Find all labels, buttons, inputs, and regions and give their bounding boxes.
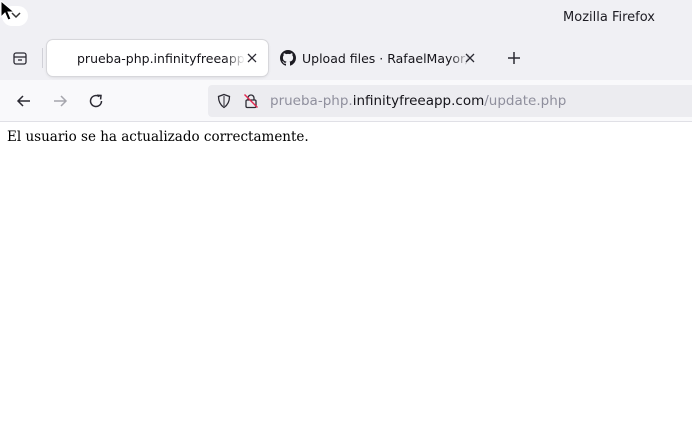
window-title: Mozilla Firefox — [563, 10, 655, 25]
plus-icon — [508, 52, 520, 64]
new-tab-button[interactable] — [502, 46, 526, 70]
tab-github-upload[interactable]: Upload files · RafaelMayor/D — [272, 40, 486, 76]
back-button[interactable] — [12, 89, 36, 113]
title-bar: Mozilla Firefox — [0, 0, 692, 36]
close-icon — [465, 53, 475, 63]
update-success-message: El usuario se ha actualizado correctamen… — [7, 129, 309, 145]
url-domain: infinityfreeapp.com — [352, 93, 485, 109]
close-tab-button[interactable] — [462, 50, 478, 66]
close-icon — [247, 53, 257, 63]
close-tab-button[interactable] — [244, 50, 260, 66]
address-bar[interactable]: prueba-php.infinityfreeapp.com/update.ph… — [208, 85, 692, 117]
page-content: El usuario se ha actualizado correctamen… — [0, 122, 692, 424]
forward-button[interactable] — [48, 89, 72, 113]
browser-window: Mozilla Firefox prueba-php.infinityfreea… — [0, 0, 692, 424]
tab-strip: prueba-php.infinityfreeapp.com/update.ph… — [0, 36, 692, 80]
reload-icon — [89, 94, 103, 108]
tracking-protection-shield-icon[interactable] — [216, 93, 232, 109]
list-all-tabs-button[interactable] — [6, 46, 34, 70]
url-subdomain: prueba-php. — [270, 93, 353, 109]
tab-label: prueba-php.infinityfreeapp.com/update.ph… — [77, 51, 245, 66]
url-text[interactable]: prueba-php.infinityfreeapp.com/update.ph… — [270, 93, 566, 109]
blank-page-icon — [55, 50, 71, 66]
tab-label: Upload files · RafaelMayor/D — [302, 51, 470, 66]
url-path: /update.php — [484, 93, 567, 109]
tab-update-php[interactable]: prueba-php.infinityfreeapp.com/update.ph… — [47, 40, 268, 76]
insecure-lock-icon[interactable] — [243, 93, 259, 109]
tab-strip-divider — [42, 48, 43, 68]
mouse-cursor-icon — [0, 0, 16, 21]
navigation-bar: prueba-php.infinityfreeapp.com/update.ph… — [0, 80, 692, 122]
arrow-right-icon — [54, 95, 68, 107]
arrow-left-icon — [16, 95, 30, 107]
reload-button[interactable] — [84, 89, 108, 113]
tab-tray-icon — [13, 52, 27, 65]
github-icon — [280, 50, 296, 66]
